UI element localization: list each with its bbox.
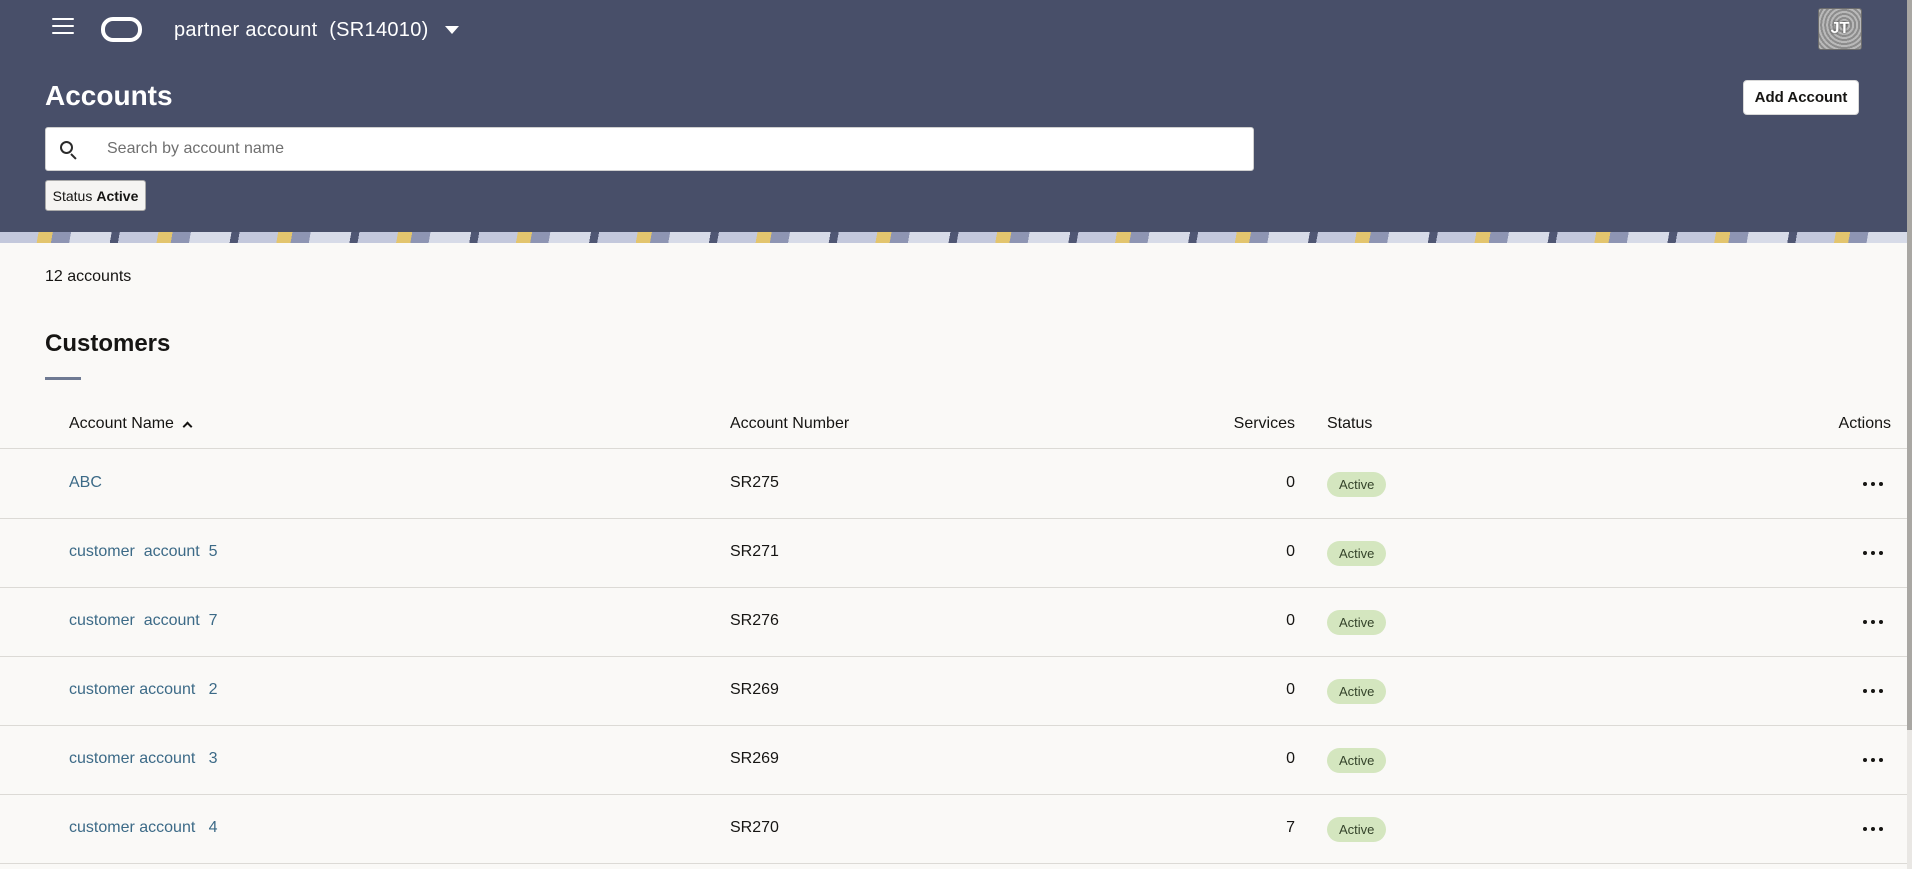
app-header: partner account (SR14010) JT Accounts Ad… bbox=[0, 0, 1907, 232]
search-input[interactable] bbox=[107, 129, 1253, 169]
account-name-link[interactable]: customer account 3 bbox=[69, 750, 218, 768]
caret-down-icon bbox=[444, 26, 459, 34]
decorative-banner bbox=[0, 232, 1907, 243]
oracle-logo-icon bbox=[101, 17, 142, 42]
status-badge: Active bbox=[1327, 748, 1387, 773]
column-header-label: Account Name bbox=[69, 415, 174, 432]
account-name-link[interactable]: customer account 4 bbox=[69, 819, 218, 837]
account-number: SR269 bbox=[730, 681, 779, 698]
account-number: SR275 bbox=[730, 474, 779, 491]
column-header-status: Status bbox=[1327, 415, 1373, 432]
scrollbar-thumb[interactable] bbox=[1907, 0, 1912, 730]
accounts-count: 12 accounts bbox=[45, 268, 132, 285]
services-count: 0 bbox=[1286, 750, 1295, 767]
account-switcher[interactable]: partner account (SR14010) bbox=[174, 17, 459, 43]
more-actions-icon[interactable] bbox=[1855, 468, 1891, 500]
services-count: 0 bbox=[1286, 681, 1295, 698]
account-name-link[interactable]: customer account 5 bbox=[69, 543, 218, 561]
search-box bbox=[45, 127, 1254, 171]
section-underline bbox=[45, 377, 81, 380]
status-badge: Active bbox=[1327, 610, 1387, 635]
status-badge: Active bbox=[1327, 541, 1387, 566]
status-badge: Active bbox=[1327, 817, 1387, 842]
table-header: Account Name Account Number Services Sta… bbox=[0, 403, 1907, 449]
status-badge: Active bbox=[1327, 472, 1387, 497]
table-row: customer account 7 SR276 0 Active bbox=[0, 588, 1907, 657]
table-row: ABC SR275 0 Active bbox=[0, 450, 1907, 519]
more-actions-icon[interactable] bbox=[1855, 813, 1891, 845]
hamburger-menu-icon[interactable] bbox=[52, 18, 74, 36]
page-title: Accounts bbox=[45, 80, 173, 111]
filter-chip-value: Active bbox=[96, 187, 139, 204]
column-header-account-name[interactable]: Account Name bbox=[69, 415, 193, 433]
sort-ascending-icon bbox=[182, 421, 193, 431]
account-name-link[interactable]: customer account 7 bbox=[69, 612, 218, 630]
filter-chip-label: Status bbox=[52, 187, 93, 204]
search-icon bbox=[60, 127, 100, 171]
status-badge: Active bbox=[1327, 679, 1387, 704]
account-switcher-label: partner account (SR14010) bbox=[174, 18, 429, 41]
services-count: 0 bbox=[1286, 474, 1295, 491]
column-header-services: Services bbox=[1233, 415, 1295, 432]
account-number: SR271 bbox=[730, 543, 779, 560]
more-actions-icon[interactable] bbox=[1855, 537, 1891, 569]
section-title: Customers bbox=[45, 330, 171, 357]
add-account-button[interactable]: Add Account bbox=[1743, 80, 1859, 115]
account-number: SR276 bbox=[730, 612, 779, 629]
account-number: SR270 bbox=[730, 819, 779, 836]
more-actions-icon[interactable] bbox=[1855, 744, 1891, 776]
account-name-link[interactable]: ABC bbox=[69, 474, 102, 492]
column-header-account-number: Account Number bbox=[730, 415, 850, 432]
more-actions-icon[interactable] bbox=[1855, 606, 1891, 638]
services-count: 0 bbox=[1286, 543, 1295, 560]
table-row: customer account 3 SR269 0 Active bbox=[0, 726, 1907, 795]
services-count: 0 bbox=[1286, 612, 1295, 629]
avatar-initials: JT bbox=[1830, 20, 1850, 37]
account-name-link[interactable]: customer account 2 bbox=[69, 681, 218, 699]
column-header-actions: Actions bbox=[1838, 415, 1891, 432]
account-number: SR269 bbox=[730, 750, 779, 767]
table-row: customer account 2 SR269 0 Active bbox=[0, 657, 1907, 726]
avatar[interactable]: JT bbox=[1818, 8, 1862, 50]
table-row: customer account 4 SR270 7 Active bbox=[0, 795, 1907, 864]
more-actions-icon[interactable] bbox=[1855, 675, 1891, 707]
table-row: customer account 5 SR271 0 Active bbox=[0, 519, 1907, 588]
services-count: 7 bbox=[1286, 819, 1295, 836]
status-filter-chip[interactable]: Status Active bbox=[45, 180, 146, 211]
